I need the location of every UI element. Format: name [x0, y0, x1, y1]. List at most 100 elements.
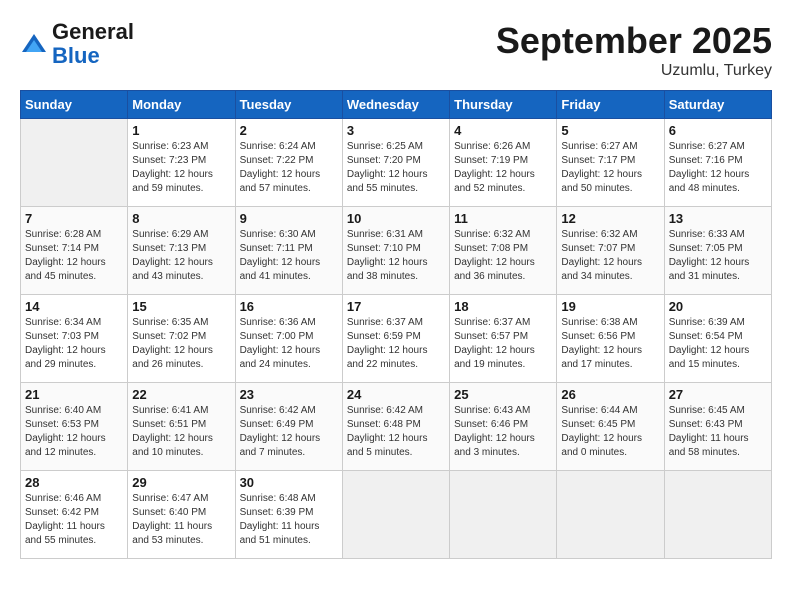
- day-number: 6: [669, 123, 767, 138]
- calendar-cell: 16 Sunrise: 6:36 AMSunset: 7:00 PMDayligh…: [235, 295, 342, 383]
- day-number: 22: [132, 387, 230, 402]
- day-number: 26: [561, 387, 659, 402]
- day-info: Sunrise: 6:24 AMSunset: 7:22 PMDaylight:…: [240, 140, 338, 196]
- day-info: Sunrise: 6:38 AMSunset: 6:56 PMDaylight:…: [561, 316, 659, 372]
- calendar-cell: 18Sunrise: 6:37 AMSunset: 6:57 PMDayligh…: [450, 295, 557, 383]
- day-number: 29: [132, 475, 230, 490]
- calendar-week-3: 14Sunrise: 6:34 AMSunset: 7:03 PMDayligh…: [21, 295, 772, 383]
- day-number: 25: [454, 387, 552, 402]
- day-number: 30: [240, 475, 338, 490]
- day-number: 14: [25, 299, 123, 314]
- calendar-cell: 13Sunrise: 6:33 AMSunset: 7:05 PMDayligh…: [664, 207, 771, 295]
- weekday-header-friday: Friday: [557, 91, 664, 119]
- day-info: Sunrise: 6:42 AMSunset: 6:48 PMDaylight:…: [347, 404, 445, 460]
- day-info: Sunrise: 6:30 AMSunset: 7:11 PMDaylight:…: [240, 228, 338, 284]
- title-block: September 2025 Uzumlu, Turkey: [496, 20, 772, 80]
- day-info: Sunrise: 6:45 AMSunset: 6:43 PMDaylight:…: [669, 404, 767, 460]
- calendar-cell: 19Sunrise: 6:38 AMSunset: 6:56 PMDayligh…: [557, 295, 664, 383]
- logo-icon: [20, 32, 48, 60]
- calendar-cell: 9 Sunrise: 6:30 AMSunset: 7:11 PMDaylight…: [235, 207, 342, 295]
- calendar-cell: 20Sunrise: 6:39 AMSunset: 6:54 PMDayligh…: [664, 295, 771, 383]
- calendar-cell: 30 Sunrise: 6:48 AMSunset: 6:39 PMDayligh…: [235, 471, 342, 559]
- calendar-week-5: 28 Sunrise: 6:46 AMSunset: 6:42 PMDayligh…: [21, 471, 772, 559]
- calendar-cell: 11Sunrise: 6:32 AMSunset: 7:08 PMDayligh…: [450, 207, 557, 295]
- day-info: Sunrise: 6:25 AMSunset: 7:20 PMDaylight:…: [347, 140, 445, 196]
- calendar-cell: 23 Sunrise: 6:42 AMSunset: 6:49 PMDayligh…: [235, 383, 342, 471]
- calendar-cell: 5 Sunrise: 6:27 AMSunset: 7:17 PMDaylight…: [557, 119, 664, 207]
- day-info: Sunrise: 6:28 AMSunset: 7:14 PMDaylight:…: [25, 228, 123, 284]
- day-number: 27: [669, 387, 767, 402]
- day-number: 12: [561, 211, 659, 226]
- day-number: 23: [240, 387, 338, 402]
- calendar-table: SundayMondayTuesdayWednesdayThursdayFrid…: [20, 90, 772, 559]
- weekday-header-monday: Monday: [128, 91, 235, 119]
- calendar-cell: 24 Sunrise: 6:42 AMSunset: 6:48 PMDayligh…: [342, 383, 449, 471]
- day-info: Sunrise: 6:33 AMSunset: 7:05 PMDaylight:…: [669, 228, 767, 284]
- day-number: 8: [132, 211, 230, 226]
- day-number: 21: [25, 387, 123, 402]
- calendar-cell: 7 Sunrise: 6:28 AMSunset: 7:14 PMDaylight…: [21, 207, 128, 295]
- day-number: 5: [561, 123, 659, 138]
- calendar-cell: 4 Sunrise: 6:26 AMSunset: 7:19 PMDaylight…: [450, 119, 557, 207]
- calendar-cell: 8 Sunrise: 6:29 AMSunset: 7:13 PMDaylight…: [128, 207, 235, 295]
- weekday-header-wednesday: Wednesday: [342, 91, 449, 119]
- day-info: Sunrise: 6:27 AMSunset: 7:16 PMDaylight:…: [669, 140, 767, 196]
- day-number: 17: [347, 299, 445, 314]
- day-info: Sunrise: 6:41 AMSunset: 6:51 PMDaylight:…: [132, 404, 230, 460]
- day-number: 7: [25, 211, 123, 226]
- day-info: Sunrise: 6:32 AMSunset: 7:07 PMDaylight:…: [561, 228, 659, 284]
- weekday-header-sunday: Sunday: [21, 91, 128, 119]
- day-number: 10: [347, 211, 445, 226]
- day-number: 9: [240, 211, 338, 226]
- calendar-week-2: 7 Sunrise: 6:28 AMSunset: 7:14 PMDaylight…: [21, 207, 772, 295]
- location-subtitle: Uzumlu, Turkey: [496, 62, 772, 80]
- day-info: Sunrise: 6:32 AMSunset: 7:08 PMDaylight:…: [454, 228, 552, 284]
- day-info: Sunrise: 6:39 AMSunset: 6:54 PMDaylight:…: [669, 316, 767, 372]
- weekday-header-thursday: Thursday: [450, 91, 557, 119]
- day-info: Sunrise: 6:44 AMSunset: 6:45 PMDaylight:…: [561, 404, 659, 460]
- calendar-cell: 22 Sunrise: 6:41 AMSunset: 6:51 PMDayligh…: [128, 383, 235, 471]
- calendar-cell: 26 Sunrise: 6:44 AMSunset: 6:45 PMDayligh…: [557, 383, 664, 471]
- day-number: 28: [25, 475, 123, 490]
- calendar-cell: 1 Sunrise: 6:23 AMSunset: 7:23 PMDaylight…: [128, 119, 235, 207]
- day-info: Sunrise: 6:29 AMSunset: 7:13 PMDaylight:…: [132, 228, 230, 284]
- day-info: Sunrise: 6:46 AMSunset: 6:42 PMDaylight:…: [25, 492, 123, 548]
- calendar-week-4: 21Sunrise: 6:40 AMSunset: 6:53 PMDayligh…: [21, 383, 772, 471]
- calendar-cell: 25 Sunrise: 6:43 AMSunset: 6:46 PMDayligh…: [450, 383, 557, 471]
- day-info: Sunrise: 6:47 AMSunset: 6:40 PMDaylight:…: [132, 492, 230, 548]
- weekday-header-saturday: Saturday: [664, 91, 771, 119]
- month-title: September 2025: [496, 20, 772, 62]
- calendar-cell: 28 Sunrise: 6:46 AMSunset: 6:42 PMDayligh…: [21, 471, 128, 559]
- day-info: Sunrise: 6:37 AMSunset: 6:59 PMDaylight:…: [347, 316, 445, 372]
- day-number: 3: [347, 123, 445, 138]
- calendar-cell: [342, 471, 449, 559]
- calendar-cell: [557, 471, 664, 559]
- day-info: Sunrise: 6:31 AMSunset: 7:10 PMDaylight:…: [347, 228, 445, 284]
- calendar-cell: 6 Sunrise: 6:27 AMSunset: 7:16 PMDaylight…: [664, 119, 771, 207]
- calendar-cell: [664, 471, 771, 559]
- day-number: 1: [132, 123, 230, 138]
- weekday-header-row: SundayMondayTuesdayWednesdayThursdayFrid…: [21, 91, 772, 119]
- calendar-cell: 29 Sunrise: 6:47 AMSunset: 6:40 PMDayligh…: [128, 471, 235, 559]
- calendar-cell: 17 Sunrise: 6:37 AMSunset: 6:59 PMDayligh…: [342, 295, 449, 383]
- calendar-cell: 27 Sunrise: 6:45 AMSunset: 6:43 PMDayligh…: [664, 383, 771, 471]
- calendar-week-1: 1 Sunrise: 6:23 AMSunset: 7:23 PMDaylight…: [21, 119, 772, 207]
- day-info: Sunrise: 6:43 AMSunset: 6:46 PMDaylight:…: [454, 404, 552, 460]
- calendar-cell: 2Sunrise: 6:24 AMSunset: 7:22 PMDaylight…: [235, 119, 342, 207]
- day-number: 4: [454, 123, 552, 138]
- calendar-cell: 14Sunrise: 6:34 AMSunset: 7:03 PMDayligh…: [21, 295, 128, 383]
- calendar-cell: 12 Sunrise: 6:32 AMSunset: 7:07 PMDayligh…: [557, 207, 664, 295]
- day-info: Sunrise: 6:23 AMSunset: 7:23 PMDaylight:…: [132, 140, 230, 196]
- day-info: Sunrise: 6:42 AMSunset: 6:49 PMDaylight:…: [240, 404, 338, 460]
- day-info: Sunrise: 6:27 AMSunset: 7:17 PMDaylight:…: [561, 140, 659, 196]
- weekday-header-tuesday: Tuesday: [235, 91, 342, 119]
- day-info: Sunrise: 6:35 AMSunset: 7:02 PMDaylight:…: [132, 316, 230, 372]
- day-info: Sunrise: 6:36 AMSunset: 7:00 PMDaylight:…: [240, 316, 338, 372]
- calendar-cell: 21Sunrise: 6:40 AMSunset: 6:53 PMDayligh…: [21, 383, 128, 471]
- day-number: 16: [240, 299, 338, 314]
- calendar-cell: 10 Sunrise: 6:31 AMSunset: 7:10 PMDayligh…: [342, 207, 449, 295]
- day-number: 24: [347, 387, 445, 402]
- day-info: Sunrise: 6:48 AMSunset: 6:39 PMDaylight:…: [240, 492, 338, 548]
- day-info: Sunrise: 6:26 AMSunset: 7:19 PMDaylight:…: [454, 140, 552, 196]
- calendar-cell: 3 Sunrise: 6:25 AMSunset: 7:20 PMDaylight…: [342, 119, 449, 207]
